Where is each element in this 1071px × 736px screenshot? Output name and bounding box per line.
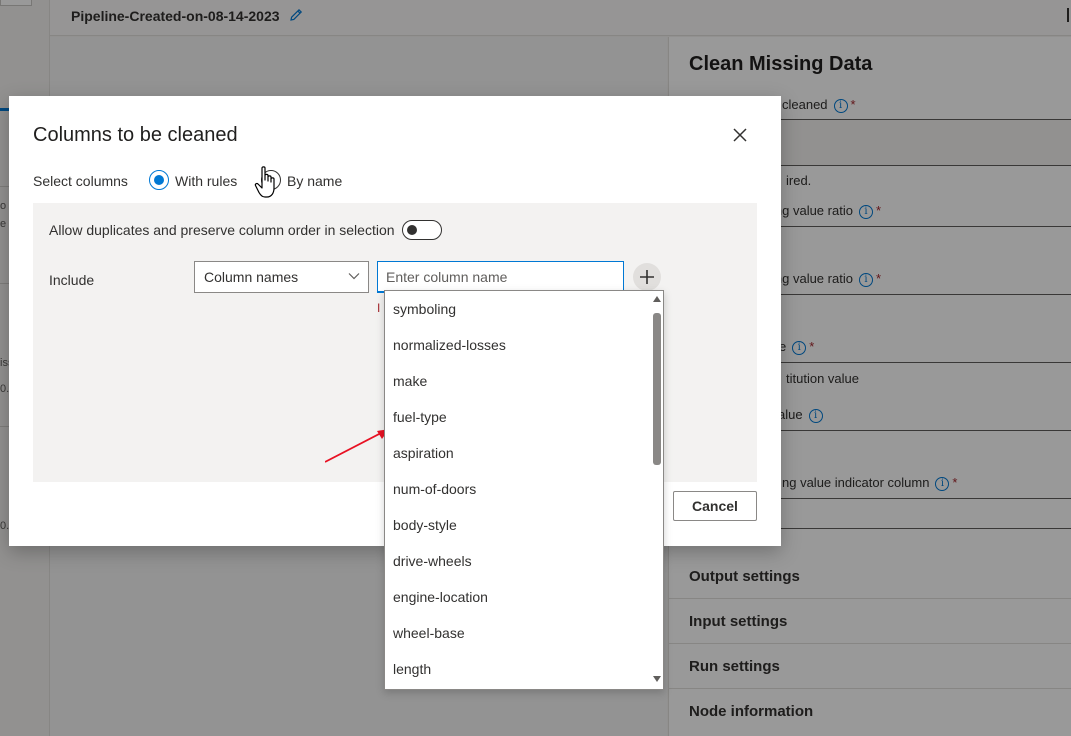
radio-with-rules-label[interactable]: With rules	[175, 173, 237, 189]
list-scrollbar[interactable]	[650, 291, 663, 689]
list-item[interactable]: make	[393, 373, 648, 393]
list-item[interactable]: drive-wheels	[393, 553, 648, 573]
list-item[interactable]: num-of-doors	[393, 481, 648, 501]
radio-with-rules[interactable]	[149, 170, 169, 190]
list-item[interactable]: normalized-losses	[393, 337, 648, 357]
list-item[interactable]: engine-location	[393, 589, 648, 609]
cancel-button[interactable]: Cancel	[673, 491, 757, 521]
include-label: Include	[49, 272, 95, 288]
list-item[interactable]: symboling	[393, 301, 648, 321]
allow-duplicates-label: Allow duplicates and preserve column ord…	[49, 222, 395, 238]
plus-icon	[640, 270, 654, 284]
scroll-down-icon[interactable]	[653, 676, 661, 682]
scroll-thumb[interactable]	[653, 313, 661, 465]
dialog-title: Columns to be cleaned	[33, 124, 238, 146]
allow-duplicates-toggle[interactable]	[402, 220, 442, 240]
list-item[interactable]: fuel-type	[393, 409, 648, 429]
close-icon[interactable]	[727, 122, 753, 148]
select-columns-label: Select columns	[33, 173, 128, 189]
list-item[interactable]: aspiration	[393, 445, 648, 465]
column-suggestions-list: symboling normalized-losses make fuel-ty…	[384, 290, 664, 690]
list-item[interactable]: wheel-base	[393, 625, 648, 645]
chevron-down-icon	[348, 273, 360, 280]
column-name-input[interactable]	[377, 261, 624, 293]
list-item[interactable]: length	[393, 661, 648, 681]
rule-type-dropdown-value: Column names	[204, 269, 299, 285]
validation-error-text: I	[377, 301, 381, 315]
scroll-up-icon[interactable]	[653, 296, 661, 302]
rule-type-dropdown[interactable]: Column names	[194, 261, 369, 293]
list-item[interactable]: body-style	[393, 517, 648, 537]
hand-pointer-cursor-icon	[254, 166, 275, 198]
radio-by-name-label[interactable]: By name	[287, 173, 342, 189]
add-rule-button[interactable]	[633, 263, 661, 291]
